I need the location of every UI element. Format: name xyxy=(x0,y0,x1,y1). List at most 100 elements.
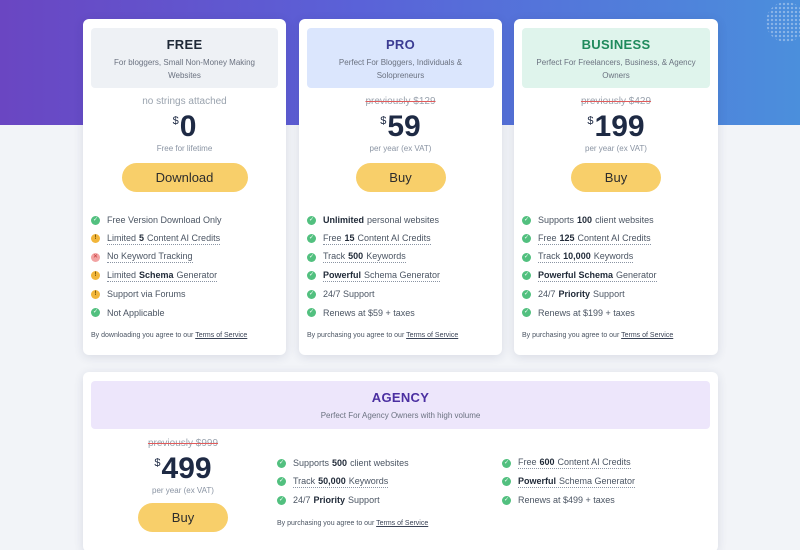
price-period: Free for lifetime xyxy=(156,144,213,153)
check-icon: ✓ xyxy=(277,495,286,505)
feature-item: ✓ Supports 500 client websites xyxy=(277,458,409,469)
price-period: per year (ex VAT) xyxy=(152,486,214,495)
plan-subtitle: Perfect For Freelancers, Business, & Age… xyxy=(536,58,696,80)
feature-item: ✓ Free Version Download Only xyxy=(91,215,222,226)
feature-list: ✓ Supports 100 client websites ✓ Free 125 Cont… xyxy=(522,211,718,322)
currency-symbol: $ xyxy=(172,115,179,127)
terms-of-service-link[interactable]: Terms of Service xyxy=(376,520,428,527)
terms-note: By purchasing you agree to our Terms of … xyxy=(277,520,429,527)
check-icon: ✓ xyxy=(307,252,316,262)
currency-symbol: $ xyxy=(154,457,161,469)
buy-button-business[interactable]: Buy xyxy=(571,163,661,192)
feature-list: ✓ Supports 500 client websites ✓ Track 50,000… xyxy=(277,454,497,510)
terms-of-service-link[interactable]: Terms of Service xyxy=(195,332,247,339)
price: $0 xyxy=(83,111,286,143)
price: $199 xyxy=(514,111,718,143)
feature-item[interactable]: ✓ Track 10,000 Keywords xyxy=(522,248,718,267)
check-icon: ✓ xyxy=(91,215,100,225)
feature-item[interactable]: ✓ Free 15 Content AI Credits xyxy=(307,230,502,249)
plan-header-business: BUSINESS Perfect For Freelancers, Busine… xyxy=(522,28,710,88)
feature-item[interactable]: ✓ Powerful Schema Generator xyxy=(502,473,712,492)
price-note: no strings attached xyxy=(142,96,227,107)
dot-pattern-decoration xyxy=(766,2,800,42)
feature-item: ✓ Unlimited personal websites xyxy=(307,215,440,226)
plan-name: BUSINESS xyxy=(581,37,651,52)
terms-note: By purchasing you agree to our Terms of … xyxy=(522,332,674,339)
terms-of-service-link[interactable]: Terms of Service xyxy=(406,332,458,339)
plan-name: FREE xyxy=(166,37,203,52)
check-icon: ✓ xyxy=(502,477,511,487)
price-amount: 499 xyxy=(161,452,212,485)
price-amount: 59 xyxy=(387,110,421,143)
previous-price: previously $429 xyxy=(580,96,652,107)
check-icon: ✓ xyxy=(307,234,316,244)
feature-item: ✓ 24/7 Support xyxy=(307,289,375,300)
warning-icon: ! xyxy=(91,271,100,281)
feature-item: ✓ Not Applicable xyxy=(91,307,165,318)
plan-subtitle: Perfect For Bloggers, Individuals & Solo… xyxy=(338,58,463,80)
plan-name: PRO xyxy=(385,37,416,52)
terms-note: By downloading you agree to our Terms of… xyxy=(91,332,248,339)
feature-item[interactable]: ✓ Free 125 Content AI Credits xyxy=(522,230,718,249)
agency-feature-column-right: ✓ Free 600 Content AI Credits ✓ Powerful Sche… xyxy=(502,454,712,510)
check-icon: ✓ xyxy=(522,308,531,318)
buy-button-pro[interactable]: Buy xyxy=(355,163,446,192)
feature-item[interactable]: ! Limited 5 Content AI Credits xyxy=(91,230,286,249)
previous-price: previously $129 xyxy=(365,96,436,107)
plan-card-pro: PRO Perfect For Bloggers, Individuals & … xyxy=(299,19,502,355)
price-amount: 199 xyxy=(594,110,645,143)
feature-list: ✓ Unlimited personal websites ✓ Free 15 Conte… xyxy=(307,211,502,322)
price-period: per year (ex VAT) xyxy=(369,144,432,153)
agency-feature-column-left: ✓ Supports 500 client websites ✓ Track 50,000… xyxy=(277,454,497,510)
plan-card-free: FREE For bloggers, Small Non-Money Makin… xyxy=(83,19,286,355)
feature-list: ✓ Free Version Download Only ! Limited 5 Con… xyxy=(91,211,286,322)
price: $59 xyxy=(299,111,502,143)
check-icon: ✓ xyxy=(502,458,511,468)
plan-card-business: BUSINESS Perfect For Freelancers, Busine… xyxy=(514,19,718,355)
check-icon: ✓ xyxy=(307,308,316,318)
currency-symbol: $ xyxy=(587,115,594,127)
check-icon: ✓ xyxy=(307,289,316,299)
feature-item[interactable]: ✕ No Keyword Tracking xyxy=(91,248,286,267)
plan-subtitle: For bloggers, Small Non-Money Making Web… xyxy=(114,58,255,80)
check-icon: ✓ xyxy=(91,308,100,318)
plan-name: AGENCY xyxy=(371,390,430,405)
check-icon: ✓ xyxy=(277,458,286,468)
feature-item: ✓ 24/7 Priority Support xyxy=(277,495,380,506)
terms-of-service-link[interactable]: Terms of Service xyxy=(621,332,673,339)
feature-item: ! Support via Forums xyxy=(91,285,286,304)
feature-item[interactable]: ✓ Powerful Schema Generator xyxy=(307,267,502,286)
feature-item: ✓ Supports 100 client websites xyxy=(522,215,654,226)
previous-price: previously $999 xyxy=(147,438,219,449)
plan-header-pro: PRO Perfect For Bloggers, Individuals & … xyxy=(307,28,494,88)
feature-list: ✓ Free 600 Content AI Credits ✓ Powerful Sche… xyxy=(502,454,712,510)
plan-header-agency: AGENCY Perfect For Agency Owners with hi… xyxy=(91,381,710,429)
plan-card-agency: AGENCY Perfect For Agency Owners with hi… xyxy=(83,372,718,550)
feature-item[interactable]: ✓ Powerful Schema Generator xyxy=(522,267,718,286)
feature-item[interactable]: ! Limited Schema Generator xyxy=(91,267,286,286)
plan-header-free: FREE For bloggers, Small Non-Money Makin… xyxy=(91,28,278,88)
check-icon: ✓ xyxy=(277,477,286,487)
feature-item[interactable]: ✓ Track 50,000 Keywords xyxy=(277,473,497,492)
download-button[interactable]: Download xyxy=(121,163,248,192)
check-icon: ✓ xyxy=(522,252,531,262)
check-icon: ✓ xyxy=(307,271,316,281)
warning-icon: ! xyxy=(91,289,100,299)
check-icon: ✓ xyxy=(522,215,531,225)
feature-item: ✓ Renews at $199 + taxes xyxy=(522,307,635,318)
feature-item: ✓ Renews at $499 + taxes xyxy=(502,495,615,506)
currency-symbol: $ xyxy=(380,115,387,127)
plan-subtitle: Perfect For Agency Owners with high volu… xyxy=(320,411,481,420)
check-icon: ✓ xyxy=(502,495,511,505)
check-icon: ✓ xyxy=(522,271,531,281)
buy-button-agency[interactable]: Buy xyxy=(138,503,228,532)
terms-note: By purchasing you agree to our Terms of … xyxy=(307,332,459,339)
price-amount: 0 xyxy=(179,110,197,143)
feature-item: ✓ 24/7 Priority Support xyxy=(522,289,625,300)
feature-item[interactable]: ✓ Free 600 Content AI Credits xyxy=(502,454,712,473)
price-period: per year (ex VAT) xyxy=(585,144,647,153)
feature-item[interactable]: ✓ Track 500 Keywords xyxy=(307,248,502,267)
warning-icon: ! xyxy=(91,234,100,244)
price: $499 xyxy=(83,453,283,485)
agency-price-block: previously $999 $499 per year (ex VAT) B… xyxy=(83,430,283,532)
